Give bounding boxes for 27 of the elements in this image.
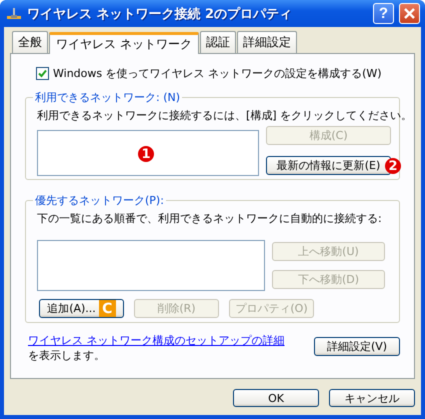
button[interactable]: 詳細設定(V) [314, 337, 400, 356]
description-text: 利用できるネットワークに接続するには、[構成] をクリックしてください。 [37, 109, 412, 122]
network-list[interactable]: 1 [37, 130, 259, 176]
help-button[interactable]: ? [373, 3, 394, 24]
link-suffix-text: を表示します。 [28, 348, 106, 363]
tab[interactable]: ワイヤレス ネットワーク [49, 32, 199, 54]
network-list[interactable] [37, 240, 265, 291]
checkbox-label[interactable]: Windows を使ってワイヤレス ネットワークの設定を構成する(W) [53, 66, 382, 81]
network-icon [6, 6, 22, 22]
button[interactable]: OK [233, 389, 319, 407]
tab[interactable]: 詳細設定 [236, 31, 297, 53]
window-title: ワイヤレス ネットワーク接続 2のプロパティ [27, 6, 294, 22]
close-icon [403, 7, 416, 20]
tab[interactable]: 認証 [200, 31, 236, 53]
tab[interactable]: 全般 [12, 31, 48, 53]
button[interactable]: 追加(A)... C [39, 299, 124, 318]
callout-marker: 2 [385, 158, 401, 174]
callout-marker: C [98, 300, 116, 317]
close-button[interactable] [399, 3, 420, 24]
group-title: 利用できるネットワーク: (N) [33, 90, 182, 105]
checkbox[interactable] [36, 67, 49, 80]
callout-marker: 1 [138, 146, 154, 162]
group-title: 優先するネットワーク(P): [33, 193, 166, 208]
setup-details-link[interactable]: ワイヤレス ネットワーク構成のセットアップの詳細 [28, 333, 284, 348]
description-text: 下の一覧にある順番で、利用できるネットワークに自動的に接続する: [37, 212, 382, 225]
button[interactable]: キャンセル [329, 389, 415, 407]
button[interactable]: 最新の情報に更新(E) [266, 156, 391, 175]
